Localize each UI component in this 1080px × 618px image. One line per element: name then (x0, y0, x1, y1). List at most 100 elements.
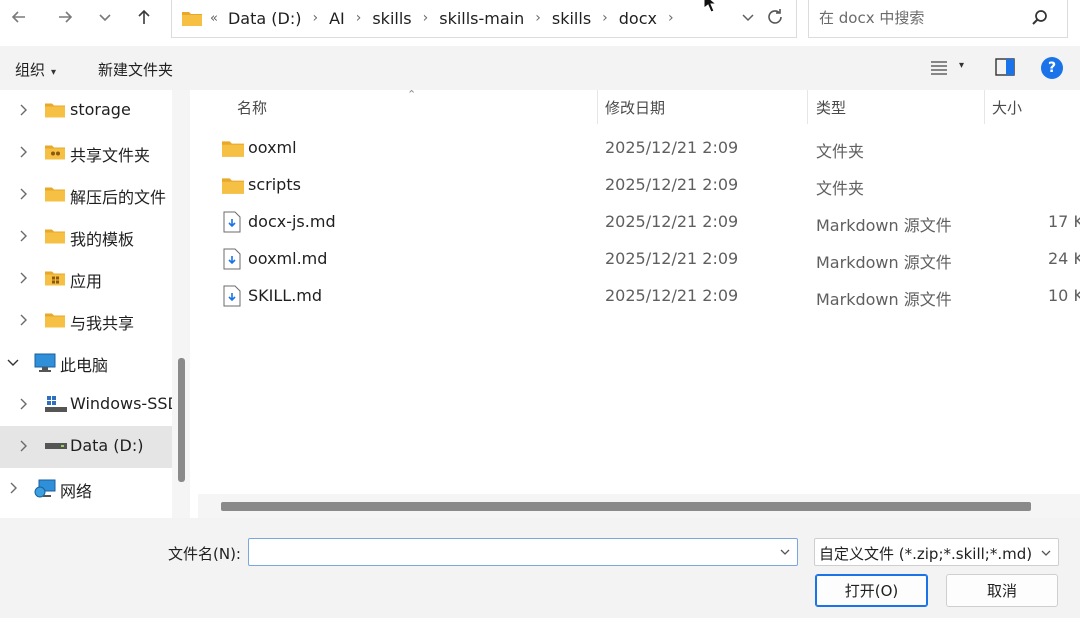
sidebar-item-extracted-files[interactable]: 解压后的文件 (0, 174, 172, 216)
column-header-size[interactable]: 大小 (992, 90, 1022, 124)
preview-pane-icon[interactable] (995, 58, 1015, 76)
folder-icon (222, 178, 244, 194)
chevron-down-icon[interactable] (6, 355, 20, 369)
refresh-button[interactable] (760, 2, 790, 32)
help-icon[interactable]: ? (1041, 57, 1063, 79)
chevron-right-icon[interactable] (16, 103, 30, 117)
search-input[interactable] (819, 9, 1029, 27)
sidebar-item-label: Windows-SSD (70, 394, 172, 413)
column-header-type[interactable]: 类型 (816, 90, 846, 124)
sidebar-item-shared-folder[interactable]: 共享文件夹 (0, 132, 172, 174)
organize-button[interactable]: 组织 ▾ (15, 59, 56, 80)
column-divider[interactable] (597, 90, 598, 124)
table-row[interactable]: docx-js.md 2025/12/21 2:09 Markdown 源文件 … (198, 204, 1080, 241)
sidebar-item-label: 我的模板 (70, 230, 135, 249)
folder-icon (45, 229, 65, 244)
markdown-file-icon (223, 285, 241, 307)
breadcrumb-separator-icon[interactable]: › (312, 10, 318, 26)
open-button[interactable]: 打开(O) (815, 574, 928, 607)
command-bar: 组织 ▾ 新建文件夹 ▾ ? (0, 46, 1080, 90)
sidebar-item-label: 与我共享 (70, 314, 135, 333)
breadcrumb-separator-icon[interactable]: › (535, 10, 541, 26)
search-icon[interactable] (1031, 9, 1049, 27)
folder-icon (45, 103, 65, 118)
organize-label: 组织 (15, 61, 46, 79)
breadcrumb-separator-icon[interactable]: › (356, 10, 362, 26)
chevron-down-icon[interactable] (779, 546, 791, 558)
sidebar-item-my-templates[interactable]: 我的模板 (0, 216, 172, 258)
sidebar-item-label: storage (70, 100, 131, 119)
breadcrumb-separator-icon[interactable]: › (602, 10, 608, 26)
file-type-filter-value: 自定义文件 (*.zip;*.skill;*.md) (819, 545, 1033, 563)
back-button[interactable] (2, 0, 36, 34)
caret-down-icon: ▾ (51, 67, 57, 78)
navigation-scrollbar-thumb[interactable] (178, 358, 185, 482)
sidebar-item-label: 应用 (70, 272, 103, 291)
table-row[interactable]: ooxml.md 2025/12/21 2:09 Markdown 源文件 24… (198, 241, 1080, 278)
arrow-up-icon (138, 9, 150, 24)
file-size: 10 K (1048, 286, 1080, 305)
breadcrumb-skills[interactable]: skills (372, 9, 411, 28)
horizontal-scrollbar-thumb[interactable] (221, 502, 1031, 511)
file-date: 2025/12/21 2:09 (605, 212, 739, 231)
chevron-right-icon[interactable] (16, 187, 30, 201)
breadcrumb-skills-main[interactable]: skills-main (439, 9, 524, 28)
forward-button[interactable] (48, 0, 82, 34)
table-row[interactable]: scripts 2025/12/21 2:09 文件夹 (198, 167, 1080, 204)
chevron-right-icon[interactable] (16, 439, 30, 453)
sidebar-item-label: 解压后的文件 (70, 188, 167, 207)
chevron-right-icon[interactable] (16, 313, 30, 327)
breadcrumb-skills-2[interactable]: skills (552, 9, 591, 28)
apps-folder-icon (45, 271, 65, 286)
view-options-caret-icon[interactable]: ▾ (959, 60, 964, 71)
sidebar-item-network[interactable]: 网络 (0, 468, 172, 510)
sidebar-item-this-pc[interactable]: 此电脑 (0, 342, 172, 384)
column-header-name[interactable]: 名称 (237, 90, 267, 124)
sidebar-item-windows-ssd[interactable]: Windows-SSD (0, 384, 172, 426)
cancel-button[interactable]: 取消 (946, 574, 1058, 607)
file-type: Markdown 源文件 (816, 253, 952, 272)
table-row[interactable]: SKILL.md 2025/12/21 2:09 Markdown 源文件 10… (198, 278, 1080, 315)
chevron-right-icon[interactable] (16, 145, 30, 159)
chevron-right-icon[interactable] (16, 271, 30, 285)
column-divider[interactable] (807, 90, 808, 124)
file-type-filter-select[interactable]: 自定义文件 (*.zip;*.skill;*.md) (814, 538, 1059, 566)
chevron-right-icon[interactable] (16, 397, 30, 411)
file-size: 24 K (1048, 249, 1080, 268)
chevron-right-icon[interactable] (6, 481, 20, 495)
navigation-pane: storage 共享文件夹 解压后的文件 我的模板 应用 与我共享 此电脑 Wi… (0, 90, 190, 518)
new-folder-button[interactable]: 新建文件夹 (98, 59, 173, 80)
filename-input[interactable] (255, 539, 755, 565)
sidebar-item-label: 此电脑 (60, 356, 109, 375)
search-box[interactable] (808, 0, 1068, 38)
breadcrumb-data-d[interactable]: Data (D:) (228, 9, 301, 28)
file-date: 2025/12/21 2:09 (605, 138, 739, 157)
breadcrumb-separator-icon[interactable]: › (423, 10, 429, 26)
up-button[interactable] (127, 0, 161, 34)
sidebar-item-storage[interactable]: storage (0, 90, 172, 132)
chevron-right-icon[interactable] (16, 229, 30, 243)
overflow-chevron[interactable]: « (210, 11, 218, 26)
sidebar-item-data-d[interactable]: Data (D:) (0, 426, 172, 468)
folder-icon (45, 187, 65, 202)
chevron-down-icon (1041, 550, 1051, 556)
breadcrumb-ai[interactable]: AI (329, 9, 345, 28)
arrow-right-icon (59, 11, 73, 23)
recent-locations-button[interactable] (88, 0, 122, 34)
markdown-file-icon (223, 211, 241, 233)
breadcrumb-separator-icon[interactable]: › (668, 10, 674, 26)
table-row[interactable]: ooxml 2025/12/21 2:09 文件夹 (198, 130, 1080, 167)
file-name: scripts (248, 175, 301, 194)
column-divider[interactable] (984, 90, 985, 124)
drive-icon (45, 443, 67, 449)
column-header-date[interactable]: 修改日期 (605, 90, 665, 124)
list-view-icon[interactable] (930, 60, 948, 76)
sidebar-item-apps[interactable]: 应用 (0, 258, 172, 300)
file-name: ooxml (248, 138, 297, 157)
breadcrumb-docx[interactable]: docx (619, 9, 657, 28)
chevron-down-icon[interactable] (740, 9, 756, 25)
file-type: Markdown 源文件 (816, 216, 952, 235)
sidebar-item-shared-with-me[interactable]: 与我共享 (0, 300, 172, 342)
file-date: 2025/12/21 2:09 (605, 249, 739, 268)
filename-combobox[interactable] (248, 538, 798, 566)
